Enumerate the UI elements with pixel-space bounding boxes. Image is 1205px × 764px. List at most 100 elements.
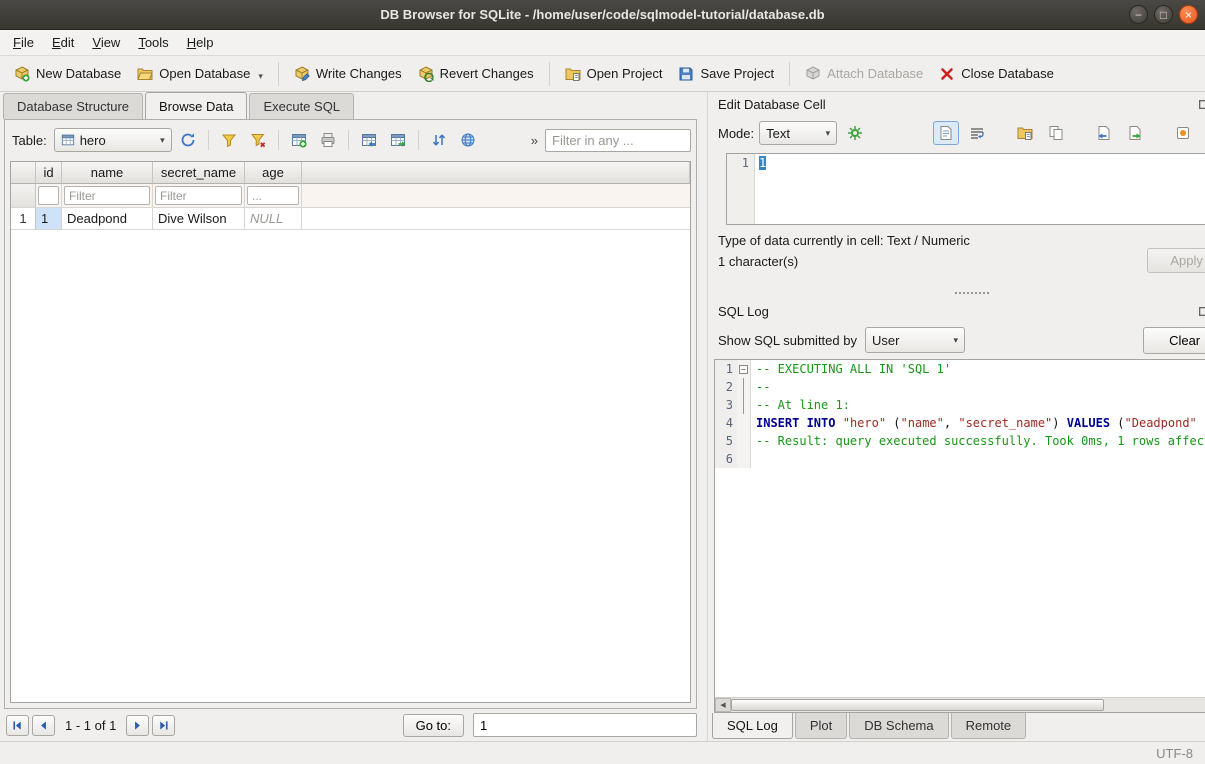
bottom-tab-plot[interactable]: Plot — [795, 713, 847, 739]
right-pane: Edit Database Cell Mode: Text ▾ — [707, 92, 1205, 741]
cell-name[interactable]: Deadpond — [62, 208, 153, 230]
dock-splitter-handle[interactable] — [708, 287, 1205, 299]
filter-input-name[interactable] — [64, 186, 150, 205]
sql-log-line: 5-- Result: query executed successfully.… — [715, 432, 1205, 450]
bottom-tab-sql-log[interactable]: SQL Log — [712, 713, 793, 739]
scroll-left-icon[interactable]: ◀ — [715, 698, 731, 712]
sql-log-code: -- At line 1: — [751, 396, 850, 414]
menu-view[interactable]: View — [83, 31, 129, 54]
revert-changes-button[interactable]: Revert Changes — [410, 60, 542, 88]
column-header-name[interactable]: name — [62, 162, 153, 184]
filter-input-id[interactable] — [38, 186, 59, 205]
column-header-secret-name[interactable]: secret_name — [153, 162, 245, 184]
export-table-button[interactable] — [385, 128, 411, 152]
print-cell-button[interactable] — [1201, 121, 1205, 145]
cell-age[interactable]: NULL — [245, 208, 302, 230]
bottom-tab-db-schema[interactable]: DB Schema — [849, 713, 948, 739]
export-cell-button[interactable] — [1122, 121, 1148, 145]
filter-input-secret-name[interactable] — [155, 186, 242, 205]
save-filter-button[interactable] — [245, 128, 271, 152]
prev-page-button[interactable] — [32, 715, 55, 736]
refresh-button[interactable] — [175, 128, 201, 152]
save-project-icon — [678, 66, 694, 82]
column-header-age[interactable]: age — [245, 162, 302, 184]
main-area: Database Structure Browse Data Execute S… — [0, 92, 1205, 741]
new-database-icon — [14, 66, 30, 82]
import-table-button[interactable] — [356, 128, 382, 152]
close-database-button[interactable]: Close Database — [931, 60, 1062, 88]
log-source-select[interactable]: User ▾ — [865, 327, 965, 353]
filter-input-age[interactable] — [247, 186, 299, 205]
close-window-button[interactable]: × — [1179, 5, 1198, 24]
save-project-button[interactable]: Save Project — [670, 60, 782, 88]
sql-log-line: 1−-- EXECUTING ALL IN 'SQL 1' — [715, 360, 1205, 378]
word-wrap-button[interactable] — [964, 121, 990, 145]
fold-marker-icon[interactable]: − — [737, 360, 751, 378]
encoding-button[interactable] — [455, 128, 481, 152]
open-database-button[interactable]: Open Database ▾ — [129, 60, 271, 88]
sort-records-button[interactable] — [426, 128, 452, 152]
open-database-dropdown-icon[interactable]: ▾ — [258, 71, 263, 82]
next-page-icon — [131, 719, 144, 732]
first-page-button[interactable] — [6, 715, 29, 736]
horizontal-scrollbar[interactable]: ◀ ▶ — [715, 697, 1205, 712]
row-header[interactable]: 1 — [11, 208, 36, 230]
sql-log-dock-title: SQL Log — [708, 299, 1205, 323]
cell-editor[interactable]: 1 1 — [726, 153, 1205, 225]
sql-log-controls: Show SQL submitted by User ▾ Clear — [708, 323, 1205, 357]
goto-button[interactable]: Go to: — [403, 714, 464, 737]
auto-switch-mode-button[interactable] — [842, 121, 868, 145]
open-project-button[interactable]: Open Project — [557, 60, 671, 88]
revert-changes-icon — [418, 66, 434, 82]
last-page-button[interactable] — [152, 715, 175, 736]
scrollbar-track[interactable] — [731, 698, 1205, 712]
minimize-button[interactable]: − — [1129, 5, 1148, 24]
scrollbar-thumb[interactable] — [731, 699, 1104, 711]
table-select[interactable]: hero ▾ — [54, 128, 172, 152]
clear-log-button[interactable]: Clear — [1143, 327, 1205, 354]
filter-any-input[interactable] — [545, 129, 691, 152]
sql-log-code — [751, 450, 756, 468]
set-null-button[interactable] — [1170, 121, 1196, 145]
open-external-button[interactable] — [1012, 121, 1038, 145]
print-table-button[interactable] — [315, 128, 341, 152]
edit-cell-title: Edit Database Cell — [718, 97, 1197, 112]
import-cell-button[interactable] — [1091, 121, 1117, 145]
float-dock-icon[interactable] — [1197, 97, 1205, 111]
window-controls: − □ × — [1129, 5, 1198, 24]
cell-secret-name[interactable]: Dive Wilson — [153, 208, 245, 230]
write-changes-button[interactable]: Write Changes — [286, 60, 410, 88]
clear-filters-button[interactable] — [216, 128, 242, 152]
goto-input[interactable] — [473, 713, 697, 737]
filter-row-header — [11, 184, 36, 208]
float-dock-icon[interactable] — [1197, 304, 1205, 318]
sql-log-line: 6 — [715, 450, 1205, 468]
insert-record-button[interactable] — [286, 128, 312, 152]
text-mode-button[interactable] — [933, 121, 959, 145]
next-page-button[interactable] — [126, 715, 149, 736]
tab-execute-sql[interactable]: Execute SQL — [249, 93, 354, 119]
menu-file[interactable]: File — [4, 31, 43, 54]
mode-select[interactable]: Text ▾ — [759, 121, 837, 145]
copy-cell-button[interactable] — [1043, 121, 1069, 145]
bottom-tab-remote[interactable]: Remote — [951, 713, 1027, 739]
table-select-caret-icon: ▾ — [154, 135, 165, 146]
fold-column — [737, 378, 751, 396]
toolbar-overflow-chevron-icon[interactable]: » — [531, 133, 538, 148]
menu-edit[interactable]: Edit — [43, 31, 83, 54]
maximize-button[interactable]: □ — [1154, 5, 1173, 24]
new-database-button[interactable]: New Database — [6, 60, 129, 88]
menu-help[interactable]: Help — [178, 31, 223, 54]
tab-browse-data[interactable]: Browse Data — [145, 92, 247, 119]
cell-editor-content[interactable]: 1 — [755, 154, 1205, 224]
menu-tools[interactable]: Tools — [129, 31, 177, 54]
open-database-icon — [137, 66, 153, 82]
tab-database-structure[interactable]: Database Structure — [3, 93, 143, 119]
statusbar: UTF-8 — [0, 741, 1205, 764]
sql-log-editor[interactable]: 1−-- EXECUTING ALL IN 'SQL 1'2--3-- At l… — [714, 359, 1205, 713]
column-header-id[interactable]: id — [36, 162, 62, 184]
text-document-icon — [938, 125, 954, 141]
titlebar: DB Browser for SQLite - /home/user/code/… — [0, 0, 1205, 30]
browse-data-panel: Table: hero ▾ — [4, 119, 697, 709]
cell-id[interactable]: 1 — [36, 208, 62, 230]
